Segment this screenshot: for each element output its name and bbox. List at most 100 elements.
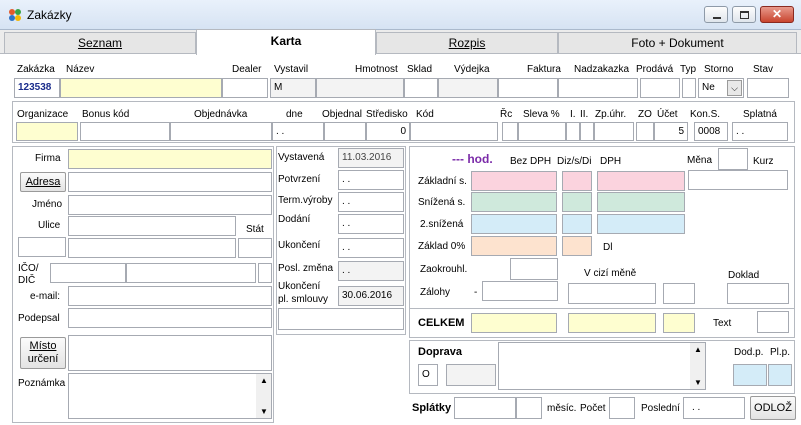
sklad-field[interactable] (404, 78, 438, 98)
storno-select[interactable]: Ne ⌵ (698, 78, 744, 98)
adresa-button[interactable]: Adresa (20, 172, 66, 192)
prodava-field[interactable] (640, 78, 680, 98)
doprava-text-field[interactable] (498, 342, 706, 390)
minimize-button[interactable] (704, 6, 728, 23)
dic-field[interactable] (126, 263, 256, 283)
vydejka-field[interactable] (438, 78, 498, 98)
celkem-dph-field[interactable] (568, 313, 656, 333)
tab-karta[interactable]: Karta (196, 29, 376, 55)
stat-label: Stát (246, 224, 264, 235)
email-field[interactable] (68, 286, 272, 306)
snizena2-bez-field[interactable] (471, 214, 557, 234)
pocet-field[interactable] (609, 397, 635, 419)
ulice-label: Ulice (38, 220, 61, 231)
zakazka-field[interactable]: 123538 (14, 78, 60, 98)
vystavil-field[interactable]: M (270, 78, 316, 98)
ico-field[interactable] (50, 263, 126, 283)
zakladni-dph-field[interactable] (597, 171, 685, 191)
celkem-bez-field[interactable] (471, 313, 557, 333)
snizena-dph-field[interactable] (597, 192, 685, 212)
zakladni-bez-field[interactable] (471, 171, 557, 191)
doprava-scrollbar[interactable]: ▲ ▼ (690, 343, 705, 389)
jmeno-label: Jméno (32, 199, 63, 210)
kurz-field[interactable] (688, 170, 788, 190)
maximize-button[interactable] (732, 6, 756, 23)
i-label: I. (570, 109, 576, 120)
objednal-field[interactable] (324, 122, 366, 141)
dates-note-field[interactable] (278, 308, 404, 330)
bonus-field[interactable] (80, 122, 170, 141)
stav-field[interactable] (747, 78, 789, 98)
rc-field[interactable] (502, 122, 518, 141)
zakladni-diz-field[interactable] (562, 171, 592, 191)
zaklad0-diz-field[interactable] (562, 236, 592, 256)
adresa-field[interactable] (68, 172, 272, 192)
mena-field[interactable] (718, 148, 748, 170)
term-field[interactable]: . . (338, 192, 404, 212)
ulice-field[interactable] (68, 216, 236, 236)
hmotnost-field[interactable] (316, 78, 404, 98)
tab-foto[interactable]: Foto + Dokument (558, 32, 797, 54)
sleva-i-field[interactable] (566, 122, 580, 141)
misto-urceni-field[interactable] (68, 335, 272, 371)
zo-field[interactable] (636, 122, 654, 141)
podepsal-field[interactable] (68, 308, 272, 328)
typ-field[interactable] (682, 78, 696, 98)
cizi-mena-field[interactable] (568, 283, 656, 304)
splatky-field[interactable] (454, 397, 516, 419)
ucet-field[interactable]: 5 (654, 122, 688, 141)
psc-field[interactable] (18, 237, 66, 257)
tab-seznam[interactable]: Seznam (4, 32, 196, 54)
firma-field[interactable] (68, 149, 272, 169)
celkem-cizi-field[interactable] (663, 313, 695, 333)
poznamka-field[interactable] (68, 373, 272, 419)
stredisko-field[interactable]: 0 (366, 122, 410, 141)
misto-urceni-button[interactable]: Místo určení (20, 337, 66, 369)
posl-zmena-field[interactable]: . . (338, 261, 404, 281)
kod-field[interactable] (410, 122, 498, 141)
kons-field[interactable]: 0008 (694, 122, 728, 141)
snizena2-dph-field[interactable] (597, 214, 685, 234)
odloz-button[interactable]: ODLOŽ (750, 396, 796, 420)
mesto-field[interactable] (68, 238, 236, 258)
cizi-mena-kod-field[interactable] (663, 283, 695, 304)
tab-rozpis[interactable]: Rozpis (376, 32, 558, 54)
plp-field[interactable] (768, 364, 792, 386)
vystavena-field[interactable]: 11.03.2016 (338, 148, 404, 168)
doprava-o-field[interactable]: O (418, 364, 438, 386)
snizena-diz-field[interactable] (562, 192, 592, 212)
snizena2-diz-field[interactable] (562, 214, 592, 234)
nadzakazka-field[interactable] (558, 78, 638, 98)
ukonceni-field[interactable]: . . (338, 238, 404, 258)
close-button[interactable]: ✕ (760, 6, 794, 23)
doklad-field[interactable] (727, 283, 789, 304)
text-field[interactable] (757, 311, 789, 333)
stat-field[interactable] (238, 238, 272, 258)
posledni-field[interactable]: . . (683, 397, 745, 419)
poznamka-scrollbar[interactable]: ▲ ▼ (256, 374, 271, 418)
splatna-field[interactable]: . . (732, 122, 788, 141)
zalohy-field[interactable] (482, 281, 558, 301)
dne-field[interactable]: . . (272, 122, 324, 141)
kod-label: Kód (416, 109, 434, 120)
zaklad0-bez-field[interactable] (471, 236, 557, 256)
dodp-field[interactable] (733, 364, 767, 386)
organizace-field[interactable] (16, 122, 78, 141)
sleva-ii-field[interactable] (580, 122, 594, 141)
zaokrouhl-field[interactable] (510, 258, 558, 280)
potvrzeni-field[interactable]: . . (338, 170, 404, 190)
ukonceni-pl-field[interactable]: 30.06.2016 (338, 286, 404, 306)
zpuhr-field[interactable] (594, 122, 634, 141)
doprava-code-field[interactable] (446, 364, 496, 386)
faktura-field[interactable] (498, 78, 558, 98)
vydejka-label: Výdejka (454, 64, 490, 75)
snizena-bez-field[interactable] (471, 192, 557, 212)
dic-extra-field[interactable] (258, 263, 272, 283)
objednavka-field[interactable] (170, 122, 272, 141)
nazev-field[interactable] (60, 78, 222, 98)
dodani-field[interactable]: . . (338, 214, 404, 234)
splatky-mesic-field[interactable] (516, 397, 542, 419)
sleva-field[interactable] (518, 122, 566, 141)
dealer-field[interactable] (222, 78, 268, 98)
jmeno-field[interactable] (68, 195, 272, 215)
